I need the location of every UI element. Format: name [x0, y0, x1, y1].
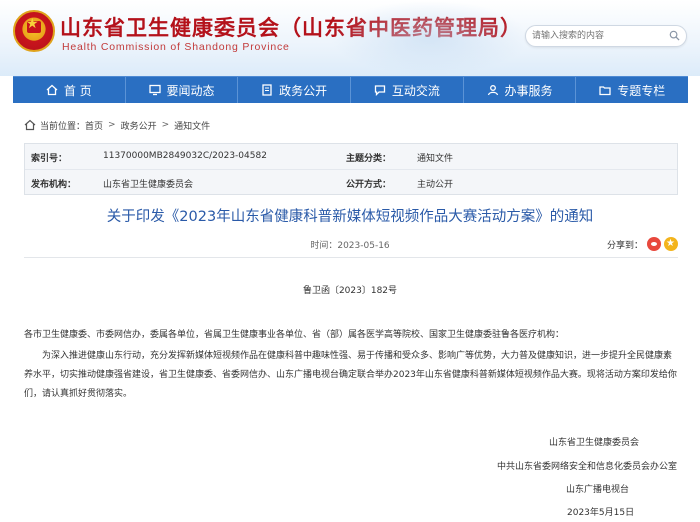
- issuer-value: 山东省卫生健康委员会: [103, 180, 194, 190]
- nav-item-label: 首 页: [63, 83, 92, 98]
- breadcrumb-prefix: 当前位置：: [40, 121, 86, 132]
- nav-item-label: 办事服务: [504, 83, 553, 98]
- breadcrumb-item-gov-affairs[interactable]: 政务公开: [121, 119, 157, 132]
- breadcrumb-item-home[interactable]: 首页: [85, 119, 103, 132]
- nav-item-label: 政务公开: [279, 83, 328, 98]
- share-label: 分享到：: [607, 240, 644, 251]
- nav-item-label: 要闻动态: [166, 83, 215, 98]
- signature-broadcast-station: 山东广播电视台: [566, 485, 630, 495]
- search-icon[interactable]: [669, 30, 680, 41]
- nav-item-gov-affairs[interactable]: 政务公开: [238, 77, 352, 103]
- site-header: 山东省卫生健康委员会（山东省中医药管理局） Health Commission …: [0, 0, 700, 76]
- disclosure-value: 主动公开: [417, 180, 454, 190]
- index-value: 11370000MB2849032C/2023-04582: [103, 151, 267, 161]
- meta-row: 发布机构： 山东省卫生健康委员会 公开方式： 主动公开: [25, 170, 677, 196]
- breadcrumb: 当前位置： 首页 > 政务公开 > 通知文件: [24, 117, 210, 133]
- document-date: 时间：2023-05-16: [310, 241, 390, 251]
- breadcrumb-separator: >: [161, 120, 170, 130]
- document-title: 关于印发《2023年山东省健康科普新媒体短视频作品大赛活动方案》的通知: [106, 209, 594, 225]
- share-bar: 分享到：: [607, 237, 679, 251]
- document-icon: [262, 84, 272, 96]
- national-emblem-icon: [13, 10, 55, 52]
- nav-item-topics[interactable]: 专题专栏: [576, 77, 688, 103]
- nav-item-interaction[interactable]: 互动交流: [351, 77, 464, 103]
- chat-icon: [374, 85, 385, 96]
- divider: [24, 257, 678, 258]
- disclosure-label: 公开方式：: [346, 180, 392, 190]
- qzone-share-icon[interactable]: [664, 237, 679, 251]
- folder-icon: [599, 86, 611, 96]
- search-box: [525, 25, 687, 47]
- meta-row: 索引号： 11370000MB2849032C/2023-04582 主题分类：…: [25, 144, 677, 170]
- nav-item-label: 互动交流: [391, 83, 440, 98]
- home-icon: [46, 84, 58, 96]
- document-number: 鲁卫函〔2023〕182号: [302, 286, 398, 296]
- category-value: 通知文件: [417, 154, 454, 164]
- home-icon: [24, 119, 36, 131]
- category-label: 主题分类：: [346, 154, 392, 164]
- site-title[interactable]: 山东省卫生健康委员会（山东省中医药管理局）: [60, 12, 522, 42]
- service-icon: [487, 85, 498, 96]
- issuer-label: 发布机构：: [31, 180, 77, 190]
- site-subtitle: Health Commission of Shandong Province: [62, 41, 290, 53]
- weibo-share-icon[interactable]: [647, 237, 662, 251]
- signature-health-commission: 山东省卫生健康委员会: [549, 438, 640, 448]
- search-input[interactable]: [526, 26, 666, 46]
- document-meta-box: 索引号： 11370000MB2849032C/2023-04582 主题分类：…: [24, 143, 678, 195]
- monitor-icon: [148, 84, 161, 96]
- nav-item-home[interactable]: 首 页: [13, 77, 126, 103]
- signature-cyberspace-office: 中共山东省委网络安全和信息化委员会办公室: [497, 462, 678, 472]
- breadcrumb-item-notices[interactable]: 通知文件: [174, 119, 210, 132]
- nav-item-news[interactable]: 要闻动态: [126, 77, 239, 103]
- document-addressee: 各市卫生健康委、市委网信办，委属各单位，省属卫生健康事业各单位、省（部）属各医学…: [24, 330, 565, 340]
- main-nav: 首 页 要闻动态 政务公开 互动交流 办事服务 专题专栏: [13, 76, 688, 103]
- nav-item-label: 专题专栏: [617, 83, 666, 98]
- breadcrumb-separator: >: [108, 120, 116, 130]
- signature-date: 2023年5月15日: [567, 508, 635, 518]
- nav-item-services[interactable]: 办事服务: [464, 77, 577, 103]
- index-label: 索引号：: [31, 154, 68, 164]
- document-paragraph: 为深入推进健康山东行动，充分发挥新媒体短视频作品在健康科普中趣味性强、易于传播和…: [24, 351, 677, 399]
